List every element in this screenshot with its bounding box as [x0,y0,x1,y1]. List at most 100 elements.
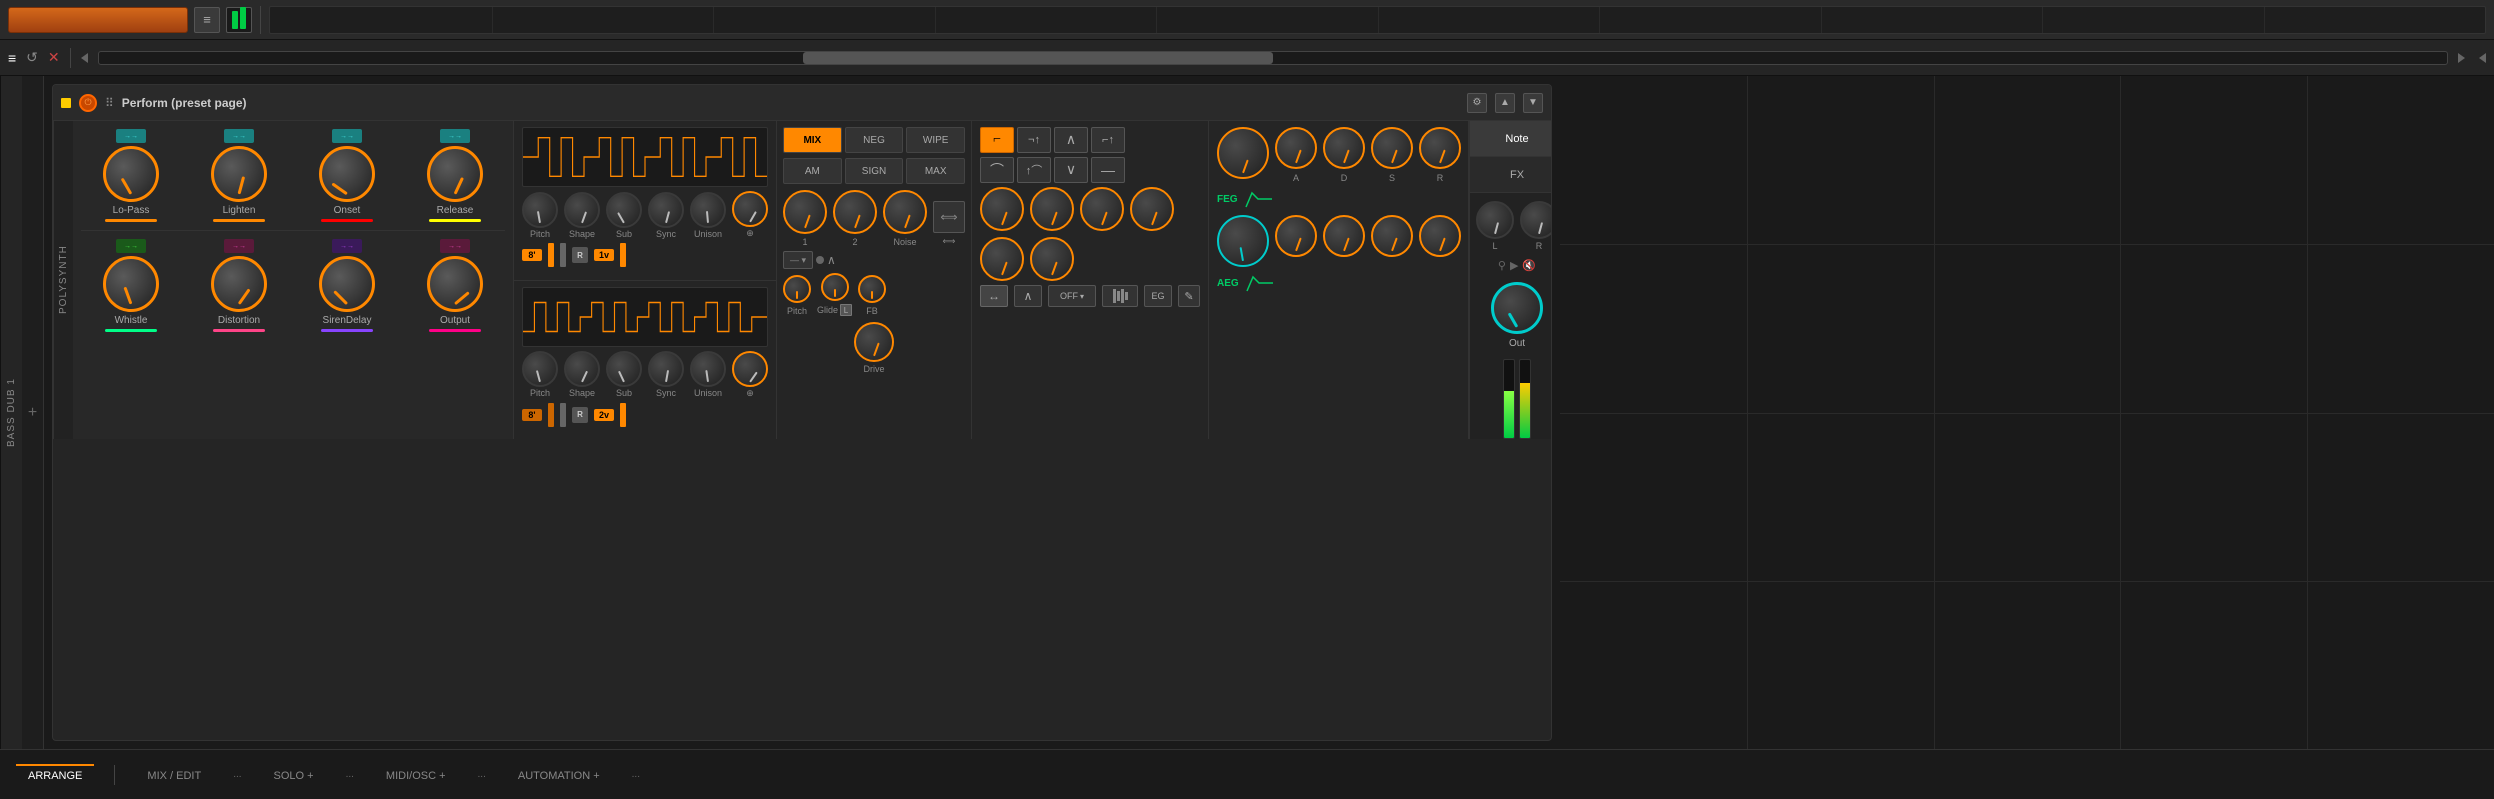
scroll-right-btn[interactable] [2458,53,2465,63]
release-knob[interactable] [427,146,483,202]
osc2-shape-knob[interactable] [564,351,600,387]
aeg-knob-s[interactable] [1371,215,1413,257]
fx-knob1[interactable] [980,187,1024,231]
link-arrow-btn[interactable]: ⟺ [933,201,965,233]
fx-segments-btn[interactable] [1102,285,1138,307]
wave-btn-2[interactable]: ¬↑ [1017,127,1051,153]
scroll-down-btn[interactable]: ▼ [1523,93,1543,113]
aeg-knob-r[interactable] [1419,215,1461,257]
osc2-pitch-knob[interactable] [522,351,558,387]
scroll-left2-btn[interactable] [2479,53,2486,63]
osc1-sub-knob[interactable] [606,192,642,228]
aeg-knob-d[interactable] [1323,215,1365,257]
osc2-unison-val[interactable]: 2v [594,409,614,421]
wave-btn-5[interactable]: ⌒ [980,157,1014,183]
fx-tab[interactable]: FX [1470,157,1552,193]
osc2-unison-knob[interactable] [690,351,726,387]
scrollbar-thumb[interactable] [803,52,1273,64]
max-btn[interactable]: MAX [906,158,965,184]
power-btn[interactable]: ⏻ [79,94,97,112]
play-icon[interactable]: ▶ [1510,259,1518,272]
osc2-sub-val[interactable] [560,403,566,427]
fx-knob5[interactable] [980,237,1024,281]
osc2-sync-val[interactable]: R [572,407,588,423]
undo-icon[interactable]: ↺ [26,49,38,66]
glide-mode-btn[interactable]: L [840,304,852,316]
osc1-pitch-val[interactable]: 8' [522,249,542,261]
osc1-pitch-knob[interactable] [522,192,558,228]
tab-automation[interactable]: AUTOMATION + [506,764,612,786]
aeg-large-knob[interactable] [1217,215,1269,267]
menu-icon[interactable]: ≡ [194,7,220,33]
out-knob[interactable] [1491,282,1543,334]
close-icon[interactable]: ✕ [48,49,60,66]
fx-edit-btn[interactable]: ✎ [1178,285,1200,307]
osc2-coarse-val[interactable] [620,403,626,427]
osc1-sync-knob[interactable] [648,192,684,228]
am-btn[interactable]: AM [783,158,842,184]
distortion-knob[interactable] [211,256,267,312]
pin-icon[interactable]: ⚲ [1498,259,1506,272]
pitch-knob[interactable] [783,275,811,303]
fx-off-dropdown[interactable]: OFF ▾ [1048,285,1096,307]
scroll-left-btn[interactable] [81,53,88,63]
settings-btn[interactable]: ⚙ [1467,93,1487,113]
lo-pass-knob[interactable] [103,146,159,202]
env-knob-r4[interactable] [1419,127,1461,169]
osc1-sub-val[interactable] [560,243,566,267]
osc2-pitch-val[interactable]: 8' [522,409,542,421]
fx-knob2[interactable] [1030,187,1074,231]
ch2-knob[interactable] [833,190,877,234]
siren-knob[interactable] [319,256,375,312]
preset-name-btn[interactable] [8,7,188,33]
osc-dropdown[interactable]: — ▾ [783,251,813,269]
tab-solo[interactable]: SOLO + [262,764,326,786]
osc2-shape-val[interactable] [548,403,554,427]
osc1-unison-knob[interactable] [690,192,726,228]
osc1-sync-val[interactable]: R [572,247,588,263]
env-knob-r1[interactable] [1275,127,1317,169]
env-knob-r3[interactable] [1371,127,1413,169]
fx-knob6[interactable] [1030,237,1074,281]
ch1-knob[interactable] [783,190,827,234]
wave-btn-1[interactable]: ⌐ [980,127,1014,153]
fx-knob4[interactable] [1130,187,1174,231]
onset-knob[interactable] [319,146,375,202]
add-track-btn[interactable]: + [22,76,44,749]
tab-mix-edit[interactable]: MIX / EDIT [135,764,213,786]
scroll-up-btn[interactable]: ▲ [1495,93,1515,113]
osc1-shape-knob[interactable] [564,192,600,228]
sign-btn[interactable]: SIGN [845,158,904,184]
wipe-btn[interactable]: WIPE [906,127,965,153]
osc2-sub-knob[interactable] [606,351,642,387]
fb-knob[interactable] [858,275,886,303]
r-pan-knob[interactable] [1520,201,1552,239]
osc2-coarse-knob[interactable] [732,351,768,387]
osc1-coarse-knob[interactable] [732,191,768,227]
drag-handle[interactable]: ⠿ [105,96,114,110]
whistle-knob[interactable] [103,256,159,312]
tab-midi[interactable]: MIDI/OSC + [374,764,458,786]
glide-knob[interactable] [821,273,849,301]
aeg-knob-a[interactable] [1275,215,1317,257]
wave-btn-4[interactable]: ⌐↑ [1091,127,1125,153]
osc2-sync-knob[interactable] [648,351,684,387]
fx-knob3[interactable] [1080,187,1124,231]
mute-icon[interactable]: 🔇 [1522,259,1536,272]
wave-btn-6[interactable]: ↑⌒ [1017,157,1051,183]
wave-btn-7[interactable]: ∨ [1054,157,1088,183]
fx-trig-btn[interactable]: ∧ [1014,285,1042,307]
mix-btn[interactable]: MIX [783,127,842,153]
lighten-knob[interactable] [211,146,267,202]
output-knob[interactable] [427,256,483,312]
scrollbar-track[interactable] [98,51,2448,65]
drive-knob[interactable] [854,322,894,362]
env-knob-r2[interactable] [1323,127,1365,169]
osc1-shape-val[interactable] [548,243,554,267]
fx-eg-btn[interactable]: EG [1144,285,1172,307]
list-icon[interactable]: ≡ [8,50,16,66]
l-pan-knob[interactable] [1476,201,1514,239]
osc1-coarse-val[interactable] [620,243,626,267]
wave-btn-3[interactable]: ∧ [1054,127,1088,153]
noise-knob[interactable] [883,190,927,234]
